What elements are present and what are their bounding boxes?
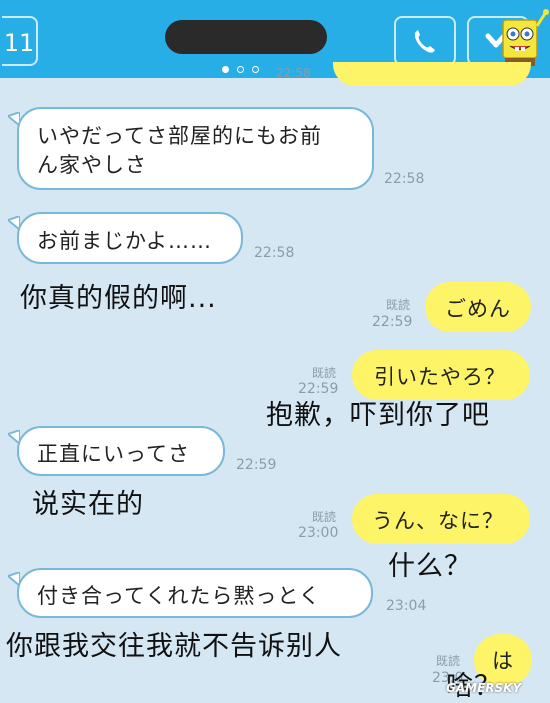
message-text: 引いたやろ？ [374, 365, 506, 389]
page-indicator [222, 58, 272, 73]
translation-caption: 你跟我交往我就不告诉别人 [6, 631, 342, 662]
page-dot [252, 66, 259, 73]
message-text: うん、なに？ [372, 509, 504, 533]
message-bubble[interactable]: いやだってさ部屋的にもお前 ん家やしさ [17, 107, 374, 190]
message-time: 22:59 [236, 457, 277, 473]
message-bubble[interactable]: 正直にいってさ [17, 426, 225, 476]
message-text: 付き合ってくれたら黙っとく [37, 584, 321, 608]
translation-caption: 抱歉，吓到你了吧 [266, 400, 490, 431]
watermark: GAMERSKY [446, 681, 522, 695]
message-text: ごめん [445, 297, 511, 321]
read-receipt: 既読 [312, 366, 337, 380]
message-time: 22:58 [276, 66, 311, 78]
message-text: お前まじかよ…… [37, 229, 212, 253]
message-bubble[interactable]: うん、なに？ [352, 494, 530, 544]
message-time: 23:04 [386, 598, 427, 614]
message-time: 22:59 [372, 314, 413, 330]
phone-icon [414, 30, 435, 53]
message-text: ん家やしさ [37, 153, 147, 177]
partial-bubble [333, 62, 531, 86]
translation-caption: 什么？ [388, 551, 472, 582]
call-button[interactable] [394, 16, 456, 66]
back-button[interactable]: 11 [2, 16, 38, 66]
message-time: 23:00 [298, 525, 339, 541]
translation-caption: 你真的假的啊... [20, 283, 217, 314]
message-text: いやだってさ部屋的にもお前 [37, 124, 322, 148]
message-time: 22:58 [384, 171, 425, 187]
message-text: 正直にいってさ [37, 442, 190, 466]
message-time: 22:58 [254, 245, 295, 261]
message-bubble[interactable]: 付き合ってくれたら黙っとく [17, 568, 373, 618]
read-receipt: 既読 [312, 510, 337, 524]
message-bubble[interactable]: ごめん [425, 282, 531, 332]
page-dot [237, 66, 244, 73]
mascot-icon [502, 9, 549, 66]
redacted-contact-name [165, 20, 327, 54]
translation-caption: 说实在的 [32, 489, 144, 520]
page-dot [222, 66, 229, 73]
read-receipt: 既読 [386, 298, 411, 312]
message-bubble[interactable]: お前まじかよ…… [17, 212, 243, 264]
